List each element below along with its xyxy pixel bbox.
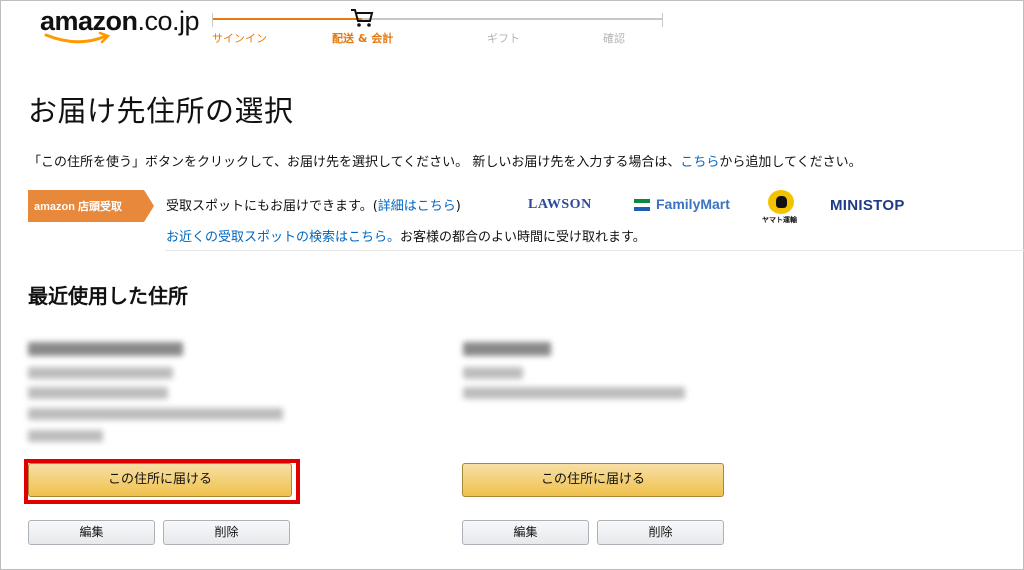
deliver-to-address-button-2[interactable]: この住所に届ける	[462, 463, 724, 497]
page-title: お届け先住所の選択	[28, 94, 294, 128]
lawson-logo: LAWSON	[528, 197, 592, 212]
pickup-details-link[interactable]: 詳細はこちら	[378, 199, 456, 214]
address-name-redacted	[28, 342, 183, 356]
cart-icon	[351, 9, 374, 27]
progress-tick	[212, 13, 213, 27]
familymart-logo: FamilyMart	[656, 196, 730, 212]
step-signin: サインイン	[212, 32, 267, 45]
smile-arrow-icon	[44, 32, 111, 44]
ministop-logo: MINISTOP	[830, 197, 905, 214]
delete-address-button-2[interactable]: 削除	[597, 520, 724, 545]
address-line-redacted	[463, 367, 523, 379]
recent-addresses-heading: 最近使用した住所	[28, 284, 188, 308]
address-line-redacted	[28, 408, 283, 420]
address-name-redacted	[463, 342, 551, 356]
yamato-logo: ヤマト運輸	[762, 190, 802, 230]
pickup-info-text: 受取スポットにもお届けできます。(詳細はこちら)	[166, 199, 461, 214]
step-shipping-payment: 配送 & 会計	[332, 32, 394, 45]
address-line-redacted	[28, 367, 173, 379]
address-line-redacted	[463, 387, 685, 399]
edit-address-button-2[interactable]: 編集	[462, 520, 589, 545]
pickup-search-link[interactable]: お近くの受取スポットの検索はこちら。	[166, 230, 400, 245]
instructions-text: 「この住所を使う」ボタンをクリックして、お届け先を選択してください。 新しいお届…	[28, 155, 862, 170]
familymart-stripes-icon	[634, 199, 650, 211]
logo-text-domain: .co.jp	[137, 6, 200, 36]
section-divider	[165, 250, 1024, 251]
amazon-pickup-badge: amazon 店頭受取	[28, 190, 154, 222]
checkout-progress-bar	[212, 18, 662, 20]
delete-address-button-1[interactable]: 削除	[163, 520, 290, 545]
pickup-search-text: お近くの受取スポットの検索はこちら。お客様の都合のよい時間に受け取れます。	[166, 230, 646, 245]
edit-address-button-1[interactable]: 編集	[28, 520, 155, 545]
amazon-logo[interactable]: amazon.co.jp	[40, 6, 205, 48]
highlight-box	[24, 459, 300, 504]
progress-tick	[662, 13, 663, 27]
address-line-redacted	[28, 387, 168, 399]
step-confirm: 確認	[603, 32, 625, 45]
black-cat-icon	[768, 190, 794, 214]
add-address-link[interactable]: こちら	[680, 155, 719, 170]
step-gift: ギフト	[487, 32, 520, 45]
address-line-redacted	[28, 430, 103, 442]
